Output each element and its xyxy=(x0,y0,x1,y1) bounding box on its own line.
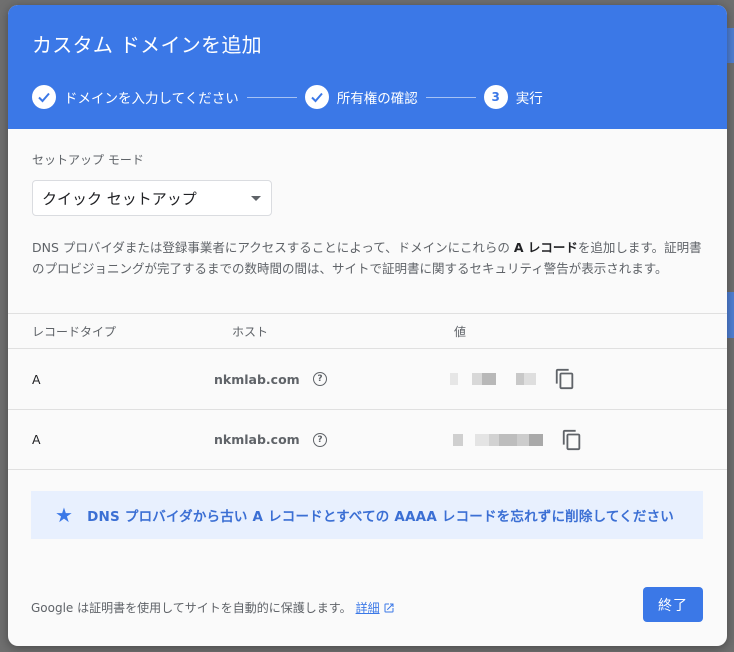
step-number: 3 xyxy=(483,85,508,109)
header-record-type: レコードタイプ xyxy=(32,324,117,339)
record-value-redacted xyxy=(453,433,543,446)
star-icon: ★ xyxy=(55,503,74,527)
record-host: nkmlab.com xyxy=(214,371,300,387)
record-type: A xyxy=(32,371,41,387)
table-header: レコードタイプ ホスト 値 xyxy=(8,313,727,348)
step-execute: 3 実行 xyxy=(483,85,543,109)
step-connector xyxy=(425,96,476,98)
instructions-part: DNS プロバイダまたは登録事業者にアクセスすることによって、ドメインにこれらの xyxy=(32,240,514,255)
table-row: A nkmlab.com ? xyxy=(8,409,727,470)
record-type: A xyxy=(32,432,41,447)
instructions-text: DNS プロバイダまたは登録事業者にアクセスすることによって、ドメインにこれらの… xyxy=(32,238,704,279)
step-label: 所有権の確認 xyxy=(336,91,418,107)
check-icon xyxy=(304,85,329,109)
step-connector xyxy=(246,96,297,98)
copy-icon[interactable] xyxy=(554,368,576,390)
dns-records-table: レコードタイプ ホスト 値 A nkmlab.com ? A nkmlab.co… xyxy=(8,313,727,470)
table-row: A nkmlab.com ? xyxy=(8,348,727,409)
reminder-text: DNS プロバイダから古い A レコードとすべての AAAA レコードを忘れずに… xyxy=(87,509,674,525)
stepper: ドメインを入力してください 所有権の確認 3 実行 xyxy=(32,84,703,110)
dropdown-arrow-icon xyxy=(251,195,261,201)
setup-mode-select[interactable]: クイック セットアップ xyxy=(32,180,272,216)
finish-button[interactable]: 終了 xyxy=(643,587,703,622)
header-host: ホスト xyxy=(232,324,269,339)
footer-note-text: Google は証明書を使用してサイトを自動的に保護します。 xyxy=(31,601,352,615)
learn-more-link[interactable]: 詳細 xyxy=(356,599,380,616)
setup-mode-label: セットアップ モード xyxy=(32,153,144,167)
record-host: nkmlab.com xyxy=(214,432,300,447)
dialog-header: カスタム ドメインを追加 ドメインを入力してください 所有権の確認 3 実行 xyxy=(8,5,727,129)
record-value-redacted xyxy=(450,373,536,385)
step-enter-domain: ドメインを入力してください xyxy=(32,85,239,109)
step-verify-ownership: 所有権の確認 xyxy=(304,85,418,109)
help-icon[interactable]: ? xyxy=(313,432,327,447)
add-custom-domain-dialog: カスタム ドメインを追加 ドメインを入力してください 所有権の確認 3 実行 セ… xyxy=(8,5,727,646)
step-label: 実行 xyxy=(515,91,543,107)
dialog-title: カスタム ドメインを追加 xyxy=(32,33,262,57)
header-value: 値 xyxy=(454,324,467,339)
reminder-banner: ★ DNS プロバイダから古い A レコードとすべての AAAA レコードを忘れ… xyxy=(31,491,703,539)
external-link-icon[interactable] xyxy=(383,602,395,614)
help-icon[interactable]: ? xyxy=(313,372,327,386)
check-icon xyxy=(32,85,56,109)
step-label: ドメインを入力してください xyxy=(64,91,239,107)
instructions-bold: A レコード xyxy=(513,240,578,255)
copy-icon[interactable] xyxy=(561,429,583,451)
setup-mode-value: クイック セットアップ xyxy=(42,189,197,208)
footer-note: Google は証明書を使用してサイトを自動的に保護します。 詳細 xyxy=(31,599,395,616)
